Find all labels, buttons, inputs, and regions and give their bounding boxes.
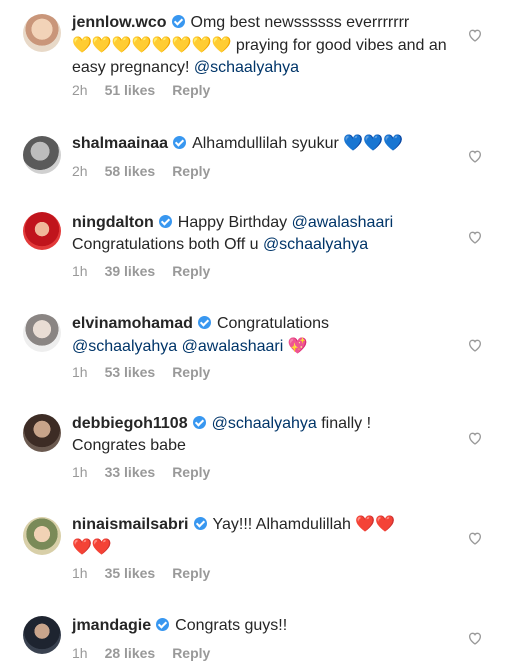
comment-item: ningdalton Happy Birthday @awalashaari Co… bbox=[0, 194, 508, 294]
comment-text: Congratulations both Off u bbox=[72, 236, 263, 253]
comment-item: elvinamohamad Congratulations @schaalyahy… bbox=[0, 294, 508, 394]
comment-item: shalmaainaa Alhamdullilah syukur 💙💙💙 2h 58… bbox=[0, 110, 508, 194]
likes-count[interactable]: 51 likes bbox=[105, 82, 156, 98]
avatar[interactable] bbox=[23, 136, 61, 174]
reply-button[interactable]: Reply bbox=[172, 464, 210, 480]
comment-body: jmandagie Congrats guys!! bbox=[72, 615, 464, 637]
mention-link[interactable]: @schaalyahya bbox=[212, 415, 317, 432]
heart-outline-icon[interactable] bbox=[467, 530, 483, 546]
comment-text: Congrats guys!! bbox=[175, 617, 288, 634]
avatar[interactable] bbox=[23, 517, 61, 555]
likes-count[interactable]: 39 likes bbox=[105, 263, 156, 279]
comment-meta: 1h 53 likes Reply bbox=[72, 363, 227, 381]
comment-text: Omg best newssssss everrrrrrr bbox=[190, 14, 410, 31]
verified-badge-icon bbox=[173, 136, 187, 149]
username[interactable]: jennlow.wco bbox=[72, 14, 167, 31]
comment-meta: 1h 39 likes Reply bbox=[72, 262, 227, 280]
avatar[interactable] bbox=[23, 314, 61, 352]
comment-time: 1h bbox=[72, 263, 88, 279]
reply-button[interactable]: Reply bbox=[172, 364, 210, 380]
heart-outline-icon[interactable] bbox=[467, 148, 483, 164]
username[interactable]: elvinamohamad bbox=[72, 315, 193, 332]
heart-outline-icon[interactable] bbox=[467, 337, 483, 353]
likes-count[interactable]: 58 likes bbox=[105, 163, 156, 179]
emoji: 💖 bbox=[287, 336, 308, 355]
comment-text: Congrates babe bbox=[72, 437, 186, 454]
username[interactable]: ninaismailsabri bbox=[72, 516, 189, 533]
likes-count[interactable]: 28 likes bbox=[105, 645, 156, 661]
verified-badge-icon bbox=[197, 316, 211, 329]
reply-button[interactable]: Reply bbox=[172, 263, 210, 279]
comment-meta: 2h 51 likes Reply bbox=[72, 81, 227, 99]
verified-badge-icon bbox=[192, 416, 206, 429]
emoji: ❤️❤️ bbox=[72, 537, 112, 556]
username[interactable]: shalmaainaa bbox=[72, 135, 168, 152]
comment-time: 2h bbox=[72, 82, 88, 98]
reply-button[interactable]: Reply bbox=[172, 163, 210, 179]
emoji: 💛💛💛💛💛💛💛💛 bbox=[72, 35, 232, 54]
comment-text: Yay!!! Alhamdulillah bbox=[212, 516, 356, 533]
mention-link[interactable]: @schaalyahya bbox=[72, 338, 177, 355]
comment-meta: 2h 58 likes Reply bbox=[72, 162, 227, 180]
comment-item: jennlow.wco Omg best newssssss everrrrrrr… bbox=[0, 0, 508, 110]
comment-meta: 1h 35 likes Reply bbox=[72, 564, 227, 582]
comment-time: 1h bbox=[72, 565, 88, 581]
mention-link[interactable]: @awalashaari bbox=[182, 338, 284, 355]
comment-text: Congratulations bbox=[216, 315, 330, 332]
comment-time: 1h bbox=[72, 464, 88, 480]
reply-button[interactable]: Reply bbox=[172, 565, 210, 581]
mention-link[interactable]: @schaalyahya bbox=[263, 236, 368, 253]
avatar[interactable] bbox=[23, 414, 61, 452]
heart-outline-icon[interactable] bbox=[467, 630, 483, 646]
comment-body: elvinamohamad Congratulations @schaalyahy… bbox=[72, 313, 464, 358]
emoji: 💙💙💙 bbox=[343, 133, 404, 152]
comment-meta: 1h 33 likes Reply bbox=[72, 463, 227, 481]
likes-count[interactable]: 53 likes bbox=[105, 364, 156, 380]
comment-time: 1h bbox=[72, 645, 88, 661]
comment-item: ninaismailsabri Yay!!! Alhamdulillah ❤️❤️… bbox=[0, 494, 508, 594]
comment-text: Alhamdullilah syukur bbox=[192, 135, 344, 152]
comment-body: shalmaainaa Alhamdullilah syukur 💙💙💙 bbox=[72, 132, 464, 155]
verified-badge-icon bbox=[158, 215, 172, 228]
comment-text: Happy Birthday bbox=[177, 214, 292, 231]
comment-time: 2h bbox=[72, 163, 88, 179]
comment-body: ningdalton Happy Birthday @awalashaari Co… bbox=[72, 212, 464, 256]
reply-button[interactable]: Reply bbox=[172, 645, 210, 661]
comment-item: jmandagie Congrats guys!! 1h 28 likes Reply bbox=[0, 594, 508, 672]
comment-time: 1h bbox=[72, 364, 88, 380]
heart-outline-icon[interactable] bbox=[467, 229, 483, 245]
avatar[interactable] bbox=[23, 616, 61, 654]
avatar[interactable] bbox=[23, 212, 61, 250]
heart-outline-icon[interactable] bbox=[467, 430, 483, 446]
username[interactable]: jmandagie bbox=[72, 617, 151, 634]
verified-badge-icon bbox=[171, 15, 185, 28]
comment-text: finally ! bbox=[316, 415, 372, 432]
reply-button[interactable]: Reply bbox=[172, 82, 210, 98]
emoji: ❤️❤️ bbox=[355, 514, 396, 533]
verified-badge-icon bbox=[156, 618, 170, 631]
comment-body: jennlow.wco Omg best newssssss everrrrrrr… bbox=[72, 12, 464, 79]
username[interactable]: debbiegoh1108 bbox=[72, 415, 188, 432]
heart-outline-icon[interactable] bbox=[467, 27, 483, 43]
comment-item: debbiegoh1108 @schaalyahya finally ! Cong… bbox=[0, 394, 508, 494]
verified-badge-icon bbox=[193, 517, 207, 530]
comment-meta: 1h 28 likes Reply bbox=[72, 644, 227, 662]
mention-link[interactable]: @awalashaari bbox=[292, 214, 394, 231]
comment-body: ninaismailsabri Yay!!! Alhamdulillah ❤️❤️… bbox=[72, 513, 464, 559]
likes-count[interactable]: 33 likes bbox=[105, 464, 156, 480]
avatar[interactable] bbox=[23, 14, 61, 52]
likes-count[interactable]: 35 likes bbox=[105, 565, 156, 581]
mention-link[interactable]: @schaalyahya bbox=[194, 59, 299, 76]
comment-body: debbiegoh1108 @schaalyahya finally ! Cong… bbox=[72, 413, 464, 457]
username[interactable]: ningdalton bbox=[72, 214, 154, 231]
